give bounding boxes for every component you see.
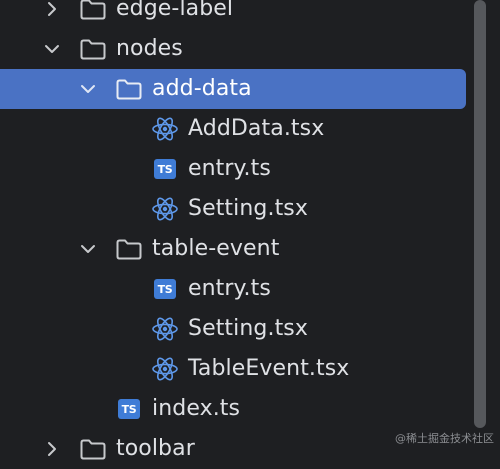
typescript-icon: TS: [154, 159, 176, 179]
react-icon: [151, 357, 179, 381]
chevron-right-icon[interactable]: [40, 0, 64, 21]
tree-row-entry-ts[interactable]: TS entry.ts: [0, 269, 468, 309]
tree-row-entry-ts[interactable]: TS entry.ts: [0, 149, 468, 189]
chevron-down-icon[interactable]: [76, 77, 100, 101]
tree-item-label: index.ts: [152, 396, 241, 421]
tree-row-index-ts[interactable]: TS index.ts: [0, 389, 468, 429]
tree-row-setting-tsx[interactable]: Setting.tsx: [0, 189, 468, 229]
tree-item-label: toolbar: [116, 436, 195, 461]
tree-row-table-event[interactable]: table-event: [0, 229, 468, 269]
tree-row-nodes[interactable]: nodes: [0, 29, 468, 69]
scrollbar-thumb[interactable]: [474, 0, 486, 428]
tree-item-label: edge-label: [116, 0, 234, 21]
typescript-icon: TS: [154, 279, 176, 299]
folder-icon: [115, 237, 143, 261]
tree-item-label: table-event: [152, 236, 280, 261]
tree-item-label: nodes: [116, 36, 183, 61]
tree-item-label: entry.ts: [188, 156, 271, 181]
watermark: @稀土掘金技术社区: [395, 432, 494, 445]
tree-item-label: AddData.tsx: [188, 116, 325, 141]
typescript-icon: TS: [118, 399, 140, 419]
chevron-right-icon[interactable]: [40, 437, 64, 461]
tree-row-add-data[interactable]: add-data: [0, 69, 468, 109]
tree-item-label: entry.ts: [188, 276, 271, 301]
tree-row-edge-label[interactable]: edge-label: [0, 0, 468, 29]
chevron-down-icon[interactable]: [40, 37, 64, 61]
folder-icon: [79, 437, 107, 461]
chevron-down-icon[interactable]: [76, 237, 100, 261]
tree-item-label: Setting.tsx: [188, 196, 308, 221]
project-file-tree: edge-label nodes add-data AddData.tsx TS…: [0, 0, 500, 461]
tree-row-tableevent-tsx[interactable]: TableEvent.tsx: [0, 349, 468, 389]
tree-row-setting-tsx[interactable]: Setting.tsx: [0, 309, 468, 349]
folder-icon: [79, 37, 107, 61]
tree-item-label: TableEvent.tsx: [188, 356, 350, 381]
tree-row-adddata-tsx[interactable]: AddData.tsx: [0, 109, 468, 149]
tree-item-label: add-data: [152, 76, 252, 101]
tree-item-label: Setting.tsx: [188, 316, 308, 341]
react-icon: [151, 117, 179, 141]
folder-icon: [79, 0, 107, 21]
react-icon: [151, 317, 179, 341]
react-icon: [151, 197, 179, 221]
folder-icon: [115, 77, 143, 101]
